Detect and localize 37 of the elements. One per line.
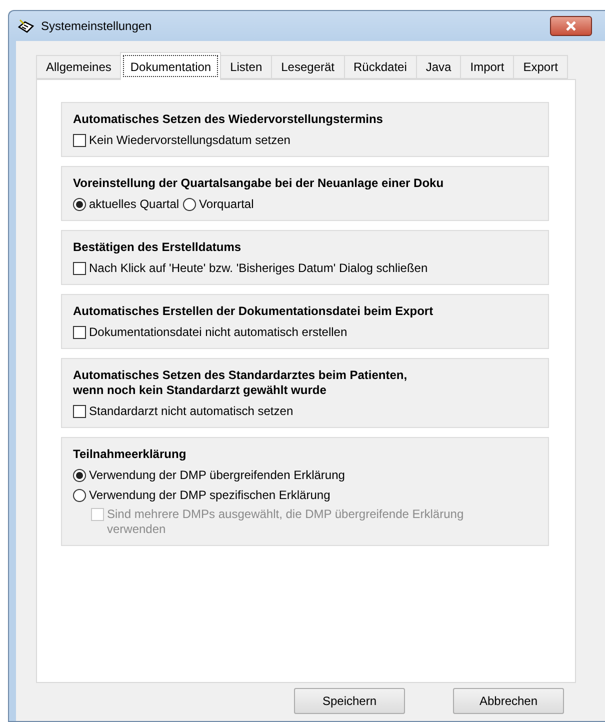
tab[interactable]: Rückdatei (344, 55, 417, 79)
close-button[interactable] (550, 16, 592, 36)
checkbox[interactable] (73, 134, 86, 147)
option-label: Verwendung der DMP übergreifenden Erklärung (89, 468, 345, 483)
group-title: Automatisches Setzen des Wiedervorstellungstermins (73, 112, 384, 127)
tab[interactable]: Listen (220, 55, 272, 79)
option-label: aktuelles Quartal (89, 197, 180, 212)
checkbox[interactable] (73, 326, 86, 339)
option-label: Vorquartal (199, 197, 254, 212)
dialog-button[interactable]: Speichern (294, 688, 405, 714)
tab[interactable]: Allgemeines (36, 55, 122, 79)
checkbox[interactable] (73, 262, 86, 275)
group-title: Voreinstellung der Quartalsangabe bei der Neuanlage einer Doku (73, 176, 445, 191)
option-label: Sind mehrere DMPs ausgewählt, die DMP übergreifende Erklärung verwenden (107, 507, 464, 537)
radio-button[interactable] (183, 198, 196, 211)
window-title: Systemeinstellungen (41, 19, 153, 33)
tab[interactable]: Import (460, 55, 514, 79)
group-title: Bestätigen des Erstelldatums (73, 240, 242, 255)
tab[interactable]: Lesegerät (271, 55, 344, 79)
radio-button[interactable] (73, 489, 86, 502)
option-label: Standardarzt nicht automatisch setzen (89, 404, 294, 419)
tab[interactable]: Java (416, 55, 462, 79)
group-title: Teilnahmeerklärung (73, 447, 188, 462)
option-label: Dokumentationsdatei nicht automatisch erstellen (89, 325, 348, 340)
radio-button[interactable] (73, 469, 86, 482)
radio-button[interactable] (73, 198, 86, 211)
group-title: Automatisches Setzen des Standardarztes beim Patienten, wenn noch kein Standardarzt gewählt wurde (73, 368, 408, 398)
app-icon (17, 19, 35, 33)
option-label: Kein Wiedervorstellungsdatum setzen (89, 133, 290, 148)
option-label: Nach Klick auf 'Heute' bzw. 'Bisheriges Datum' Dialog schließen (89, 261, 428, 276)
dialog-button[interactable]: Abbrechen (453, 688, 564, 714)
checkbox[interactable] (73, 405, 86, 418)
tab[interactable]: Export (513, 55, 568, 79)
group-title: Automatisches Erstellen der Dokumentationsdatei beim Export (73, 304, 434, 319)
close-icon (565, 21, 577, 31)
tab[interactable]: Dokumentation (120, 52, 222, 80)
option-label: Verwendung der DMP spezifischen Erklärung (89, 488, 330, 503)
